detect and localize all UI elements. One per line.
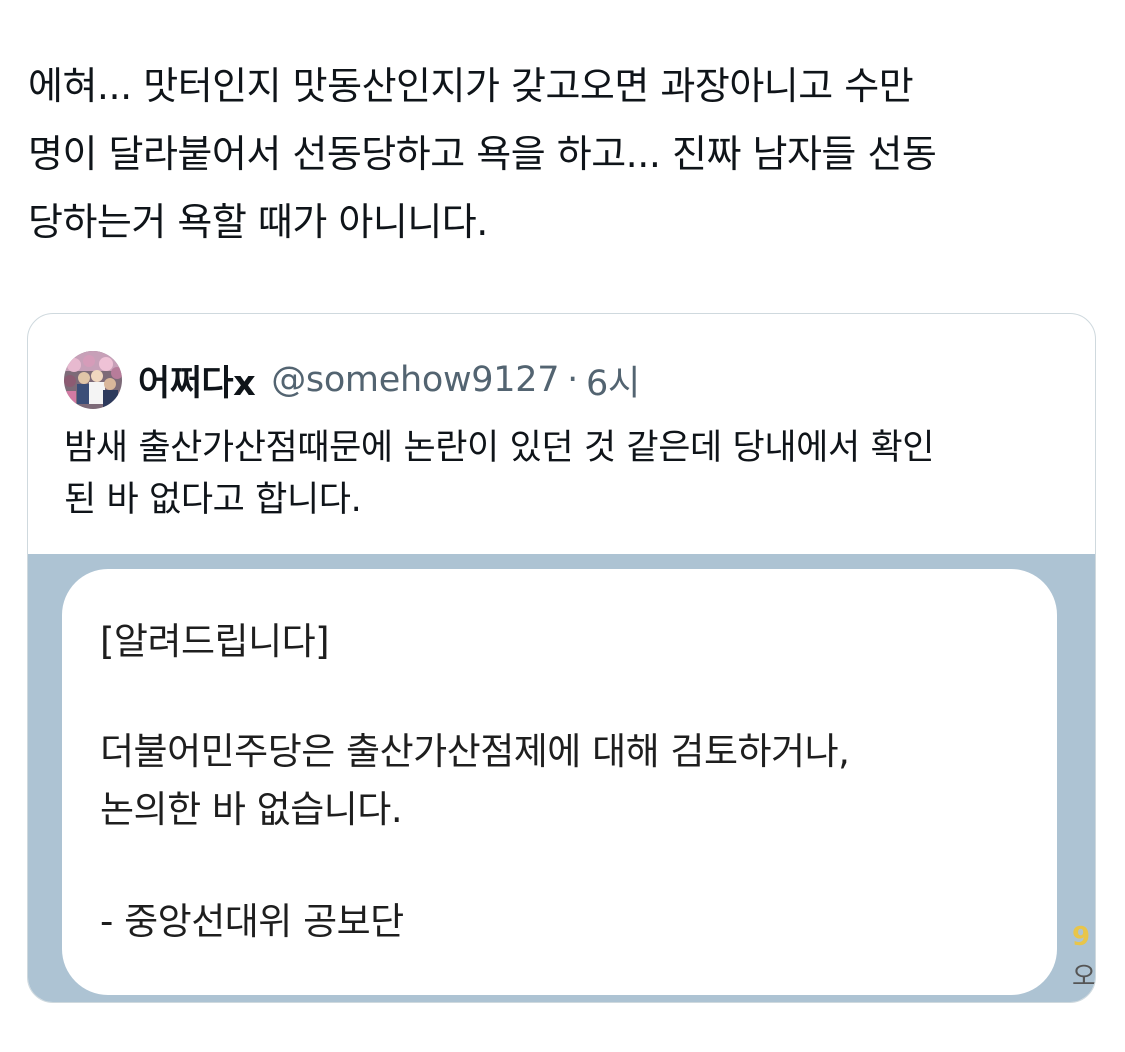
notice-signature: - 중앙선대위 공보단 [100, 900, 404, 943]
crowd-photo-avatar-icon[interactable] [64, 351, 122, 409]
cropped-side-number: 9 [1072, 922, 1091, 952]
quoted-tweet-card[interactable]: 어쩌다x @somehow9127 · 6시 밤새 출산가산점때문에 논란이 있… [27, 313, 1096, 1003]
cropped-side-text: 오 [1072, 962, 1096, 992]
quoted-tweet-header: 어쩌다x @somehow9127 · 6시 [64, 350, 640, 410]
author-name[interactable]: 어쩌다x [138, 355, 256, 406]
notice-body-line-2: 논의한 바 없습니다. [100, 788, 403, 831]
quoted-tweet-text: 밤새 출산가산점때문에 논란이 있던 것 같은데 당내에서 확인 된 바 없다고… [64, 428, 935, 520]
author-handle[interactable]: @somehow9127 [271, 360, 559, 400]
attached-image[interactable]: [알려드립니다] 더불어민주당은 출산가산점제에 대해 검토하거나, 논의한 바… [28, 554, 1096, 1002]
notice-body-line-1: 더불어민주당은 출산가산점제에 대해 검토하거나, [100, 730, 850, 773]
notice-message-bubble: [알려드립니다] 더불어민주당은 출산가산점제에 대해 검토하거나, 논의한 바… [62, 569, 1057, 995]
separator-dot: · [567, 360, 578, 400]
post-timestamp[interactable]: 6시 [586, 355, 640, 406]
notice-title: [알려드립니다] [100, 620, 330, 663]
tweet-text: 에혀... 맛터인지 맛동산인지가 갖고오면 과장아니고 수만 명이 달라붙어서… [28, 64, 937, 244]
